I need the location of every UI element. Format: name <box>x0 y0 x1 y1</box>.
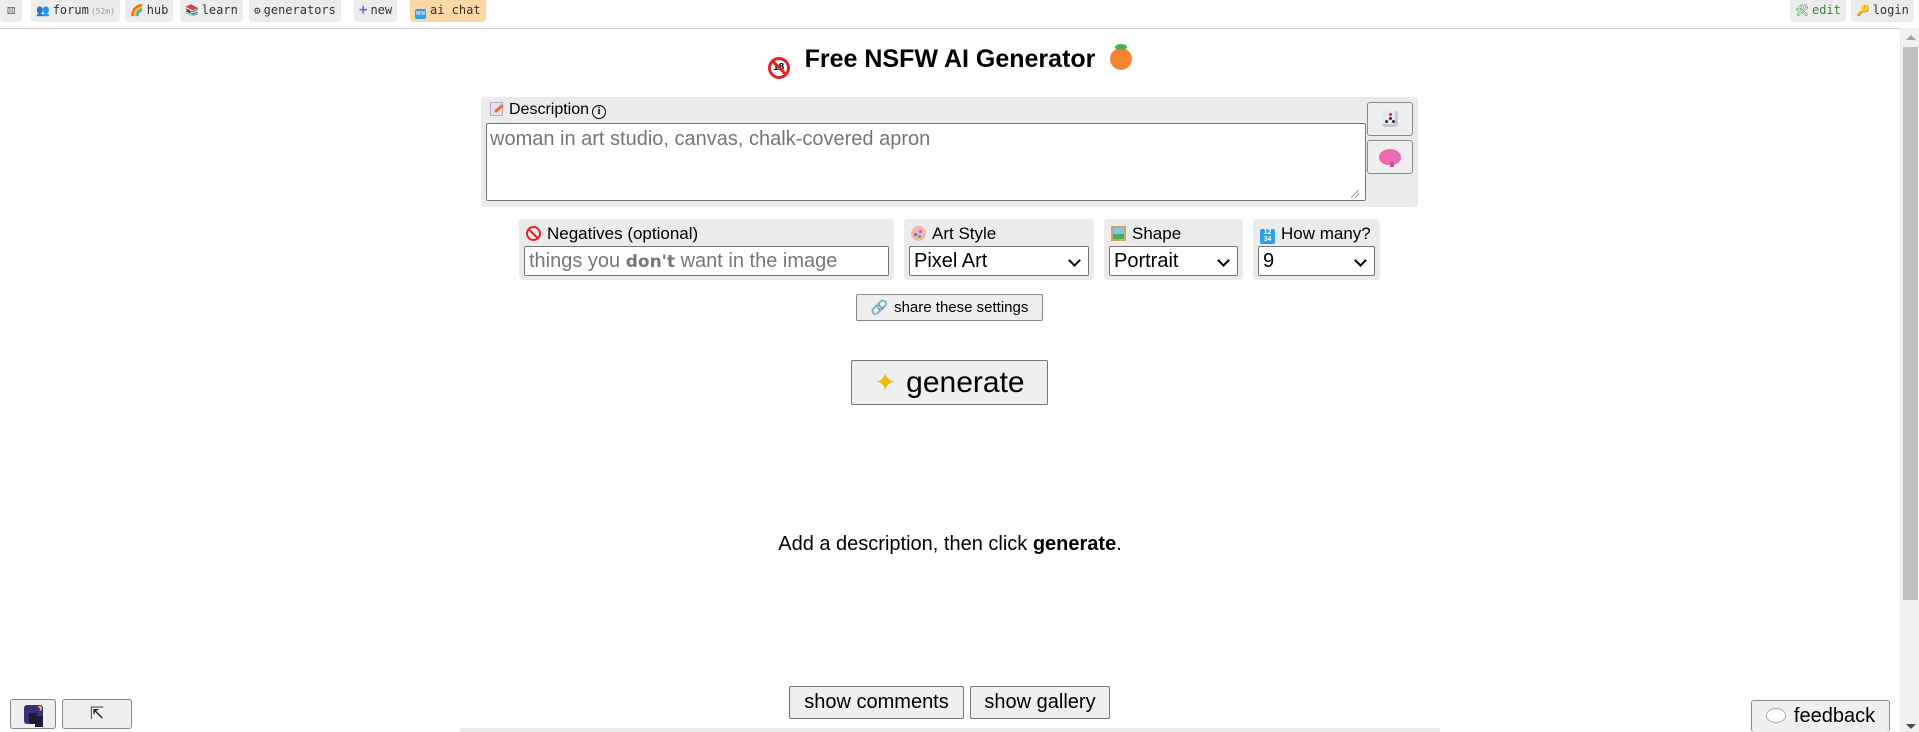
nav-forum-label: forum <box>52 3 89 17</box>
back-to-top-button[interactable]: ⇱ <box>62 699 132 729</box>
nav-edit-label: edit <box>1811 3 1841 17</box>
generate-label: generate <box>906 366 1025 399</box>
random-description-button[interactable] <box>1367 102 1413 136</box>
scroll-down-arrow-icon[interactable] <box>1906 724 1916 729</box>
shape-label-text: Shape <box>1132 224 1182 243</box>
description-label-text: Description <box>509 101 590 118</box>
key-icon: 🔑 <box>1856 4 1870 17</box>
theme-toggle-button[interactable] <box>10 699 56 729</box>
hint-text: Add a description, then click generate. <box>0 533 1900 556</box>
negatives-placeholder-bold: don't <box>625 252 676 272</box>
page-title-text: Free NSFW AI Generator <box>804 45 1096 73</box>
page: ⚄ 👥 forum (52m) 🌈 hub 📚 learn ⚙ generators + n… <box>0 0 1919 732</box>
dice-icon: ⚄ <box>7 3 15 18</box>
hint-bold: generate <box>1032 533 1117 555</box>
show-gallery-button[interactable]: show gallery <box>970 686 1110 719</box>
art-style-label: Art Style <box>911 224 996 244</box>
picture-icon <box>1111 226 1126 241</box>
how-many-label: 12 34 How many? <box>1260 224 1371 244</box>
nav-login-label: login <box>1872 3 1909 17</box>
nav-forum-button[interactable]: 👥 forum (52m) <box>31 0 120 22</box>
nav-learn-label: learn <box>201 3 238 17</box>
hint-pre: Add a description, then click <box>778 533 1033 555</box>
negatives-panel: Negatives (optional) things you don't wa… <box>519 219 894 280</box>
tools-icon: 🛠 <box>1795 4 1809 17</box>
nav-edit-button[interactable]: 🛠 edit <box>1790 0 1846 22</box>
negatives-label: Negatives (optional) <box>526 224 698 244</box>
info-icon[interactable]: i <box>592 105 607 119</box>
people-icon: 👥 <box>36 4 50 17</box>
nav-ai-chat-label: ai chat <box>430 3 481 17</box>
how-many-label-text: How many? <box>1281 224 1371 243</box>
art-style-label-text: Art Style <box>932 224 997 243</box>
how-many-select[interactable]: 9 <box>1258 246 1375 276</box>
art-style-panel: Art Style Pixel Art <box>904 219 1094 280</box>
nav-random-button[interactable]: ⚄ <box>0 0 22 22</box>
feedback-button[interactable]: feedback <box>1751 700 1890 732</box>
prohibited-icon <box>526 226 541 241</box>
nav-new-button[interactable]: + new <box>354 0 398 22</box>
negatives-input[interactable]: things you don't want in the image <box>524 246 889 276</box>
chevron-down-icon <box>1068 254 1081 267</box>
new-badge-icon: NEW <box>415 9 426 19</box>
hint-post: . <box>1116 533 1122 555</box>
show-comments-button[interactable]: show comments <box>789 686 964 719</box>
share-settings-button[interactable]: 🔗 share these settings <box>856 294 1043 321</box>
generate-button[interactable]: ✦ generate <box>851 360 1048 405</box>
top-nav: ⚄ 👥 forum (52m) 🌈 hub 📚 learn ⚙ generators + n… <box>0 0 1914 29</box>
share-settings-label: share these settings <box>894 299 1029 316</box>
shape-label: Shape <box>1111 224 1181 244</box>
no-under-18-icon: 18 <box>767 57 790 79</box>
art-style-value: Pixel Art <box>914 250 988 272</box>
books-icon: 📚 <box>185 4 199 17</box>
palette-icon <box>911 226 926 241</box>
feedback-label: feedback <box>1793 705 1876 727</box>
chevron-down-icon <box>1354 254 1367 267</box>
description-panel: Description i <box>481 97 1418 207</box>
speech-bubble-icon <box>1765 708 1786 723</box>
numbers-icon: 12 34 <box>1260 229 1275 244</box>
comments-strip <box>460 728 1440 732</box>
memo-icon <box>490 102 503 116</box>
ai-description-button[interactable] <box>1367 140 1413 174</box>
nav-new-label: new <box>370 3 393 17</box>
vertical-scrollbar[interactable] <box>1900 28 1919 732</box>
brain-icon <box>1379 149 1401 167</box>
plus-icon: + <box>359 2 368 18</box>
negatives-placeholder-post: want in the image <box>675 250 838 272</box>
nav-hub-label: hub <box>146 3 169 17</box>
nav-learn-button[interactable]: 📚 learn <box>180 0 243 22</box>
nav-forum-count: (52m) <box>90 7 115 16</box>
sparkles-icon: ✦ <box>874 367 897 397</box>
how-many-value: 9 <box>1263 250 1275 272</box>
link-icon: 🔗 <box>870 299 889 315</box>
rainbow-icon: 🌈 <box>130 4 144 17</box>
how-many-panel: 12 34 How many? 9 <box>1253 219 1380 280</box>
page-title: 18 Free NSFW AI Generator <box>0 44 1900 79</box>
description-label: Description i <box>490 101 607 119</box>
nav-generators-button[interactable]: ⚙ generators <box>249 0 341 22</box>
dice-icon <box>1382 111 1398 127</box>
scroll-up-arrow-icon[interactable] <box>1906 35 1916 40</box>
resize-grip[interactable] <box>1351 190 1359 198</box>
peach-icon <box>1110 44 1133 70</box>
nav-hub-button[interactable]: 🌈 hub <box>125 0 174 22</box>
chevron-down-icon <box>1217 254 1230 267</box>
shape-value: Portrait <box>1114 250 1179 272</box>
description-input[interactable] <box>486 123 1366 201</box>
art-style-select[interactable]: Pixel Art <box>909 246 1089 276</box>
nav-generators-label: generators <box>263 3 336 17</box>
nav-ai-chat-button[interactable]: NEW ai chat <box>410 0 486 22</box>
scrollbar-thumb[interactable] <box>1903 47 1918 600</box>
nav-login-button[interactable]: 🔑 login <box>1851 0 1914 22</box>
night-city-icon <box>23 705 43 724</box>
shape-select[interactable]: Portrait <box>1109 246 1238 276</box>
negatives-label-text: Negatives (optional) <box>547 224 699 243</box>
gears-icon: ⚙ <box>254 4 261 17</box>
arrow-up-left-icon: ⇱ <box>89 704 105 724</box>
shape-panel: Shape Portrait <box>1104 219 1243 280</box>
negatives-placeholder-pre: things you <box>529 250 626 272</box>
